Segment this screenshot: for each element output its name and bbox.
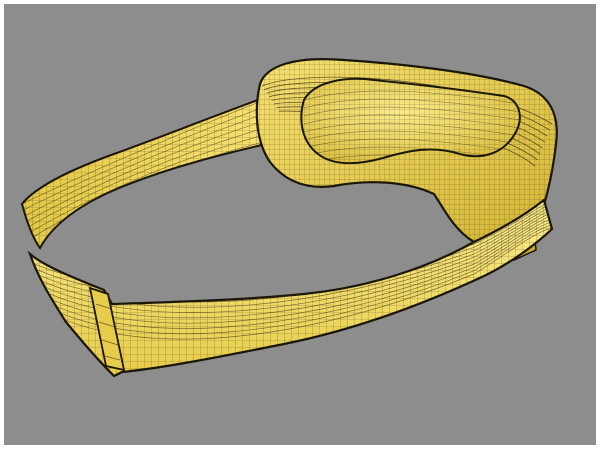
render-viewport bbox=[4, 4, 596, 445]
image-frame bbox=[0, 0, 600, 449]
goggles-wireframe-render bbox=[20, 58, 558, 378]
